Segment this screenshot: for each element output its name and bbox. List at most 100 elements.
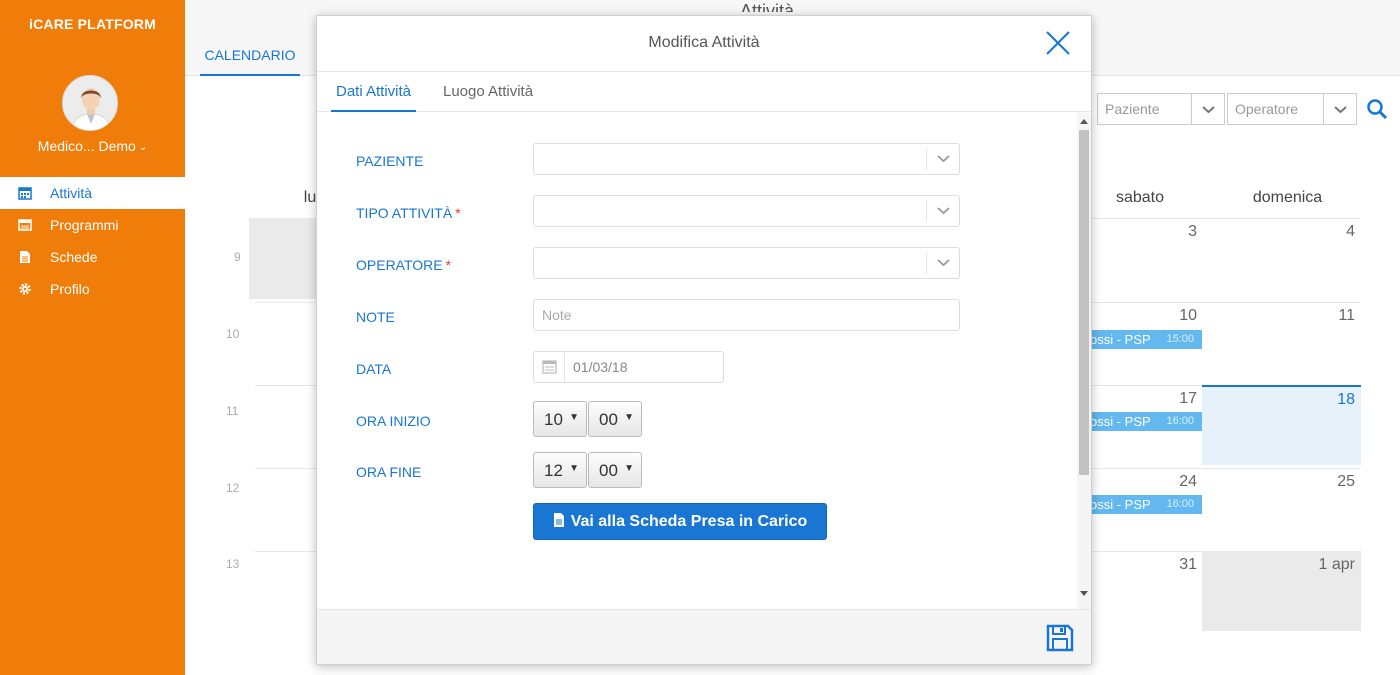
document-icon	[20, 251, 30, 263]
week-label: 13	[226, 557, 240, 571]
sidebar-item-profilo[interactable]: Profilo	[0, 273, 185, 305]
day-header-saturday: sabato	[1115, 189, 1165, 206]
activity-type-label: TIPO ATTIVITÀ *	[356, 205, 461, 221]
chevron-down-icon	[1191, 94, 1224, 124]
calendar-row-line	[1090, 385, 1202, 386]
operator-select[interactable]	[533, 247, 960, 279]
required-mark: *	[445, 257, 452, 273]
avatar[interactable]	[62, 75, 118, 131]
calendar-event[interactable]: ossi - PSP 16:00	[1080, 495, 1202, 514]
start-hour-value: 10	[544, 410, 563, 429]
start-minute-select[interactable]: 00 ▼	[588, 401, 642, 437]
end-time-label: ORA FINE	[356, 464, 422, 480]
sidebar-item-label: Attività	[50, 185, 93, 201]
date-field[interactable]: 01/03/18	[533, 351, 724, 383]
operator-label: OPERATORE *	[356, 257, 452, 273]
sidebar-item-schede[interactable]: Schede	[0, 241, 185, 273]
close-icon[interactable]	[1043, 28, 1073, 58]
calendar-date: 3	[1188, 223, 1197, 240]
event-title: ossi - PSP	[1090, 414, 1151, 429]
search-icon[interactable]	[1365, 97, 1389, 121]
end-minute-select[interactable]: 00 ▼	[588, 452, 642, 488]
calendar-event[interactable]: ossi - PSP 15:00	[1080, 330, 1202, 349]
calendar-row-line	[255, 385, 317, 386]
week-label: 12	[226, 481, 240, 495]
activity-type-select[interactable]	[533, 195, 960, 227]
calendar-icon[interactable]	[534, 352, 565, 382]
note-label: NOTE	[356, 309, 395, 325]
patient-filter-select[interactable]: Paziente	[1097, 93, 1225, 125]
gear-icon	[19, 283, 31, 295]
tab-label: CALENDARIO	[204, 47, 296, 63]
calendar-event[interactable]: ossi - PSP 16:00	[1080, 412, 1202, 431]
patient-select[interactable]	[533, 143, 960, 175]
modal-title: Modifica Attività	[648, 34, 760, 51]
chevron-down-icon	[926, 148, 959, 170]
required-mark: *	[455, 205, 461, 221]
user-name: Medico... Demo	[37, 138, 136, 154]
start-minute-value: 00	[599, 410, 618, 429]
start-hour-select[interactable]: 10 ▼	[533, 401, 587, 437]
tab-luogo-attivita[interactable]: Luogo Attività	[443, 83, 533, 112]
scroll-up-icon[interactable]	[1080, 119, 1088, 124]
calendar-row-line	[255, 468, 317, 469]
calendar-row-line	[1090, 302, 1360, 303]
end-minute-value: 00	[599, 461, 618, 480]
sidebar-item-label: Programmi	[50, 217, 119, 233]
page-title: Attività	[740, 1, 795, 12]
calendar-date-today: 18	[1337, 391, 1355, 408]
week-label: 10	[226, 327, 240, 341]
modal-scrollbar[interactable]	[1077, 113, 1091, 609]
event-time: 16:00	[1166, 415, 1194, 427]
sidebar-item-programmi[interactable]: Programmi	[0, 209, 185, 241]
calendar-row-line	[1090, 468, 1360, 469]
day-header-sunday: domenica	[1252, 189, 1323, 206]
caret-down-icon: ▼	[624, 463, 634, 474]
list-icon	[18, 219, 32, 231]
calendar-date: 1 apr	[1318, 556, 1355, 573]
week-label: 9	[234, 250, 241, 264]
button-label: Vai alla Scheda Presa in Carico	[570, 513, 808, 530]
scrollbar-thumb[interactable]	[1079, 130, 1089, 475]
user-menu[interactable]: Medico... Demo ⌄	[0, 138, 185, 154]
sidebar-item-label: Profilo	[50, 281, 90, 297]
calendar-date: 24	[1179, 473, 1197, 490]
tab-dati-attivita[interactable]: Dati Attività	[331, 83, 417, 112]
chevron-down-icon	[1323, 94, 1356, 124]
caret-down-icon: ▼	[624, 412, 634, 423]
sidebar-item-attivita[interactable]: Attività	[0, 177, 185, 209]
end-hour-select[interactable]: 12 ▼	[533, 452, 587, 488]
doctor-avatar-icon	[63, 76, 117, 130]
caret-down-icon: ▼	[569, 412, 579, 423]
note-input[interactable]	[533, 299, 960, 331]
modal-body: PAZIENTE TIPO ATTIVITÀ * OPERATORE * NOTE …	[317, 113, 1091, 609]
calendar-date: 4	[1346, 223, 1355, 240]
sidebar: iCARE PLATFORM Medico... Demo ⌄ Attività …	[0, 0, 185, 675]
end-hour-value: 12	[544, 461, 563, 480]
event-time: 16:00	[1166, 498, 1194, 510]
calendar-cell-past	[249, 218, 319, 299]
operator-filter-placeholder: Operatore	[1235, 101, 1299, 117]
brand-title: iCARE PLATFORM	[29, 16, 156, 32]
edit-activity-modal: Modifica Attività Dati Attività Luogo At…	[316, 15, 1092, 665]
calendar-date: 11	[1338, 307, 1355, 324]
start-time-label: ORA INIZIO	[356, 413, 431, 429]
modal-header: Modifica Attività	[317, 16, 1091, 72]
calendar-row-line	[1090, 551, 1202, 552]
calendar-date: 10	[1179, 307, 1197, 324]
event-title: ossi - PSP	[1090, 497, 1151, 512]
operator-filter-select[interactable]: Operatore	[1227, 93, 1357, 125]
tab-calendario[interactable]: CALENDARIO	[200, 44, 300, 76]
patient-label: PAZIENTE	[356, 153, 424, 169]
go-to-intake-form-button[interactable]: Vai alla Scheda Presa in Carico	[533, 503, 827, 540]
caret-down-icon: ▼	[569, 463, 579, 474]
modal-footer	[317, 609, 1091, 664]
week-label: 11	[226, 404, 239, 418]
document-icon	[553, 513, 564, 527]
scroll-down-icon[interactable]	[1080, 591, 1088, 596]
chevron-down-icon	[926, 252, 959, 274]
calendar-icon	[18, 187, 32, 200]
save-icon[interactable]	[1046, 624, 1074, 652]
date-label: DATA	[356, 361, 392, 377]
calendar-date: 25	[1337, 473, 1355, 490]
